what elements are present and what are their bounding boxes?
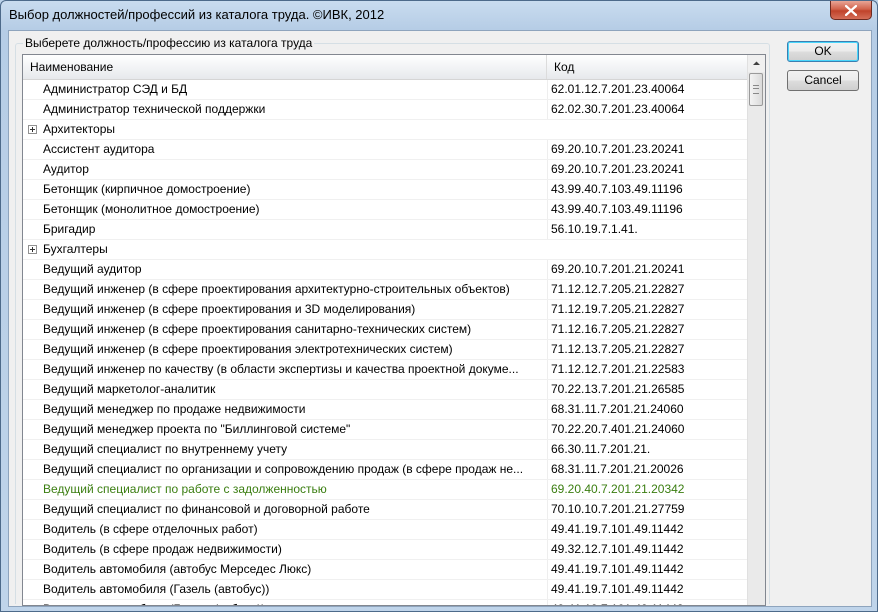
cell-name: Ведущий инженер (в сфере проектирования … (43, 322, 472, 336)
cell-name: Ассистент аудитора (43, 142, 155, 156)
cell-name: Водитель (в сфере продаж недвижимости) (43, 542, 282, 556)
cell-code: 71.12.12.7.205.21.22827 (547, 280, 749, 299)
table-row[interactable]: Ведущий инженер (в сфере проектирования … (23, 280, 748, 300)
table-row[interactable]: Ведущий маркетолог-аналитик 70.22.13.7.20… (23, 380, 748, 400)
cell-name: Бетонщик (монолитное домостроение) (43, 202, 260, 216)
cell-name: Аудитор (43, 162, 89, 176)
cell-name: Архитекторы (43, 122, 115, 136)
cell-code: 49.32.12.7.101.49.11442 (547, 540, 749, 559)
table-row[interactable]: Ведущий аудитор 69.20.10.7.201.21.20241 (23, 260, 748, 280)
cell-code: 68.31.11.7.201.21.24060 (547, 400, 749, 419)
table-row[interactable]: Бухгалтеры (23, 240, 748, 260)
scroll-thumb[interactable] (749, 73, 763, 106)
cell-name: Ведущий инженер по качеству (в области э… (43, 362, 519, 376)
cell-code: 69.20.10.7.201.23.20241 (547, 140, 749, 159)
cell-name: Ведущий маркетолог-аналитик (43, 382, 216, 396)
table-row[interactable]: Водитель (в сфере продаж недвижимости) 49… (23, 540, 748, 560)
table-row[interactable]: Ведущий специалист по организации и сопр… (23, 460, 748, 480)
cell-name: Бетонщик (кирпичное домостроение) (43, 182, 251, 196)
cell-code: 49.41.19.7.101.49.11442 (547, 580, 749, 599)
dialog-window: Выбор должностей/профессий из каталога т… (0, 0, 878, 612)
cell-name: Ведущий менеджер по продаже недвижимости (43, 402, 306, 416)
table-row[interactable]: Ведущий инженер (в сфере проектирования … (23, 340, 748, 360)
title-bar[interactable]: Выбор должностей/профессий из каталога т… (1, 1, 877, 29)
table-row[interactable]: Водитель (в сфере отделочных работ) 49.41… (23, 520, 748, 540)
cell-code: 69.20.40.7.201.21.20342 (547, 480, 749, 499)
table-row[interactable]: Водитель автомобиля (автобус Мерседес Лю… (23, 560, 748, 580)
table-row[interactable]: Ведущий специалист по финансовой и догов… (23, 500, 748, 520)
table-row[interactable]: Ведущий менеджер по продаже недвижимости… (23, 400, 748, 420)
cell-code: 69.20.10.7.201.21.20241 (547, 260, 749, 279)
expand-plus-icon[interactable] (28, 245, 37, 254)
cell-code: 71.12.13.7.205.21.22827 (547, 340, 749, 359)
cell-name: Бухгалтеры (43, 242, 108, 256)
cell-name: Ведущий специалист по внутреннему учету (43, 442, 288, 456)
cell-name: Ведущий инженер (в сфере проектирования … (43, 342, 453, 356)
table-row[interactable]: Аудитор 69.20.10.7.201.23.20241 (23, 160, 748, 180)
cancel-button[interactable]: Cancel (787, 70, 859, 91)
cell-code: 43.99.40.7.103.49.11196 (547, 200, 749, 219)
table-row[interactable]: Ведущий менеджер проекта по "Биллинговой… (23, 420, 748, 440)
table-row[interactable]: Водитель автомобиля (Газель (соболь)) 49.… (23, 600, 749, 605)
cell-code: 70.10.10.7.201.21.27759 (547, 500, 749, 519)
cell-code: 62.01.12.7.201.23.40064 (547, 80, 749, 99)
table-row[interactable]: Ассистент аудитора 69.20.10.7.201.23.2024… (23, 140, 748, 160)
column-header-name[interactable]: Наименование (23, 55, 547, 79)
table-row[interactable]: Бетонщик (кирпичное домостроение) 43.99.4… (23, 180, 748, 200)
cell-name: Администратор технической поддержки (43, 102, 266, 116)
cell-code: 49.41.19.7.101.49.11442 (547, 560, 749, 579)
table-row[interactable]: Ведущий специалист по работе с задолженн… (23, 480, 748, 500)
table-row[interactable]: Администратор СЭД и БД 62.01.12.7.201.23.… (23, 80, 748, 100)
groupbox-label: Выберете должность/профессию из каталога… (23, 36, 315, 50)
cell-name: Водитель автомобиля (автобус Мерседес Лю… (43, 562, 312, 576)
cell-code: 66.30.11.7.201.21. (547, 440, 749, 459)
table-row[interactable]: Ведущий инженер (в сфере проектирования … (23, 320, 748, 340)
close-button[interactable] (830, 1, 872, 20)
cell-name: Ведущий аудитор (43, 262, 142, 276)
cell-name: Бригадир (43, 222, 96, 236)
cell-code: 69.20.10.7.201.23.20241 (547, 160, 749, 179)
list-header: Наименование Код (23, 55, 748, 80)
cell-code: 70.22.20.7.401.21.24060 (547, 420, 749, 439)
table-row[interactable]: Архитекторы (23, 120, 748, 140)
cell-name: Водитель (в сфере отделочных работ) (43, 522, 258, 536)
table-row[interactable]: Ведущий инженер (в сфере проектирования … (23, 300, 748, 320)
cell-code: 49.41.19.7.101.49.11442 (547, 600, 749, 605)
cell-name: Ведущий менеджер проекта по "Биллинговой… (43, 422, 351, 436)
cell-code: 71.12.16.7.205.21.22827 (547, 320, 749, 339)
profession-list[interactable]: Наименование Код Администратор СЭД и БД 6… (22, 54, 766, 606)
arrow-up-icon (753, 61, 760, 65)
list-rows: Администратор СЭД и БД 62.01.12.7.201.23.… (23, 80, 749, 605)
cell-code: 62.02.30.7.201.23.40064 (547, 100, 749, 119)
vertical-scrollbar[interactable] (747, 55, 765, 605)
table-row[interactable]: Бетонщик (монолитное домостроение) 43.99.… (23, 200, 748, 220)
table-row[interactable]: Бригадир 56.10.19.7.1.41. (23, 220, 748, 240)
cell-name: Ведущий инженер (в сфере проектирования … (43, 282, 510, 296)
cell-code: 43.99.40.7.103.49.11196 (547, 180, 749, 199)
table-row[interactable]: Водитель автомобиля (Газель (автобус)) 49… (23, 580, 748, 600)
dialog-client-area: Выберете должность/профессию из каталога… (8, 30, 872, 607)
cell-code: 56.10.19.7.1.41. (547, 220, 749, 239)
scroll-up-button[interactable] (748, 55, 765, 72)
expand-plus-icon[interactable] (28, 125, 37, 134)
window-title: Выбор должностей/профессий из каталога т… (9, 7, 385, 22)
table-row[interactable]: Ведущий специалист по внутреннему учету 6… (23, 440, 748, 460)
table-row[interactable]: Администратор технической поддержки 62.02… (23, 100, 748, 120)
cell-name: Водитель автомобиля (Газель (соболь)) (43, 600, 543, 605)
cell-name: Ведущий специалист по работе с задолженн… (43, 482, 327, 496)
cell-code: 71.12.19.7.205.21.22827 (547, 300, 749, 319)
table-row[interactable]: Ведущий инженер по качеству (в области э… (23, 360, 748, 380)
ok-button[interactable]: OK (787, 41, 859, 62)
cell-code: 49.41.19.7.101.49.11442 (547, 520, 749, 539)
cell-name: Ведущий инженер (в сфере проектирования … (43, 302, 416, 316)
cell-code: 70.22.13.7.201.21.26585 (547, 380, 749, 399)
cell-name: Ведущий специалист по финансовой и догов… (43, 502, 370, 516)
column-header-code[interactable]: Код (547, 55, 748, 79)
cell-name: Водитель автомобиля (Газель (автобус)) (43, 582, 270, 596)
cell-code: 68.31.11.7.201.21.20026 (547, 460, 749, 479)
close-icon (845, 5, 857, 16)
cell-name: Администратор СЭД и БД (43, 82, 188, 96)
cell-code: 71.12.12.7.201.21.22583 (547, 360, 749, 379)
cell-name: Ведущий специалист по организации и сопр… (43, 462, 524, 476)
